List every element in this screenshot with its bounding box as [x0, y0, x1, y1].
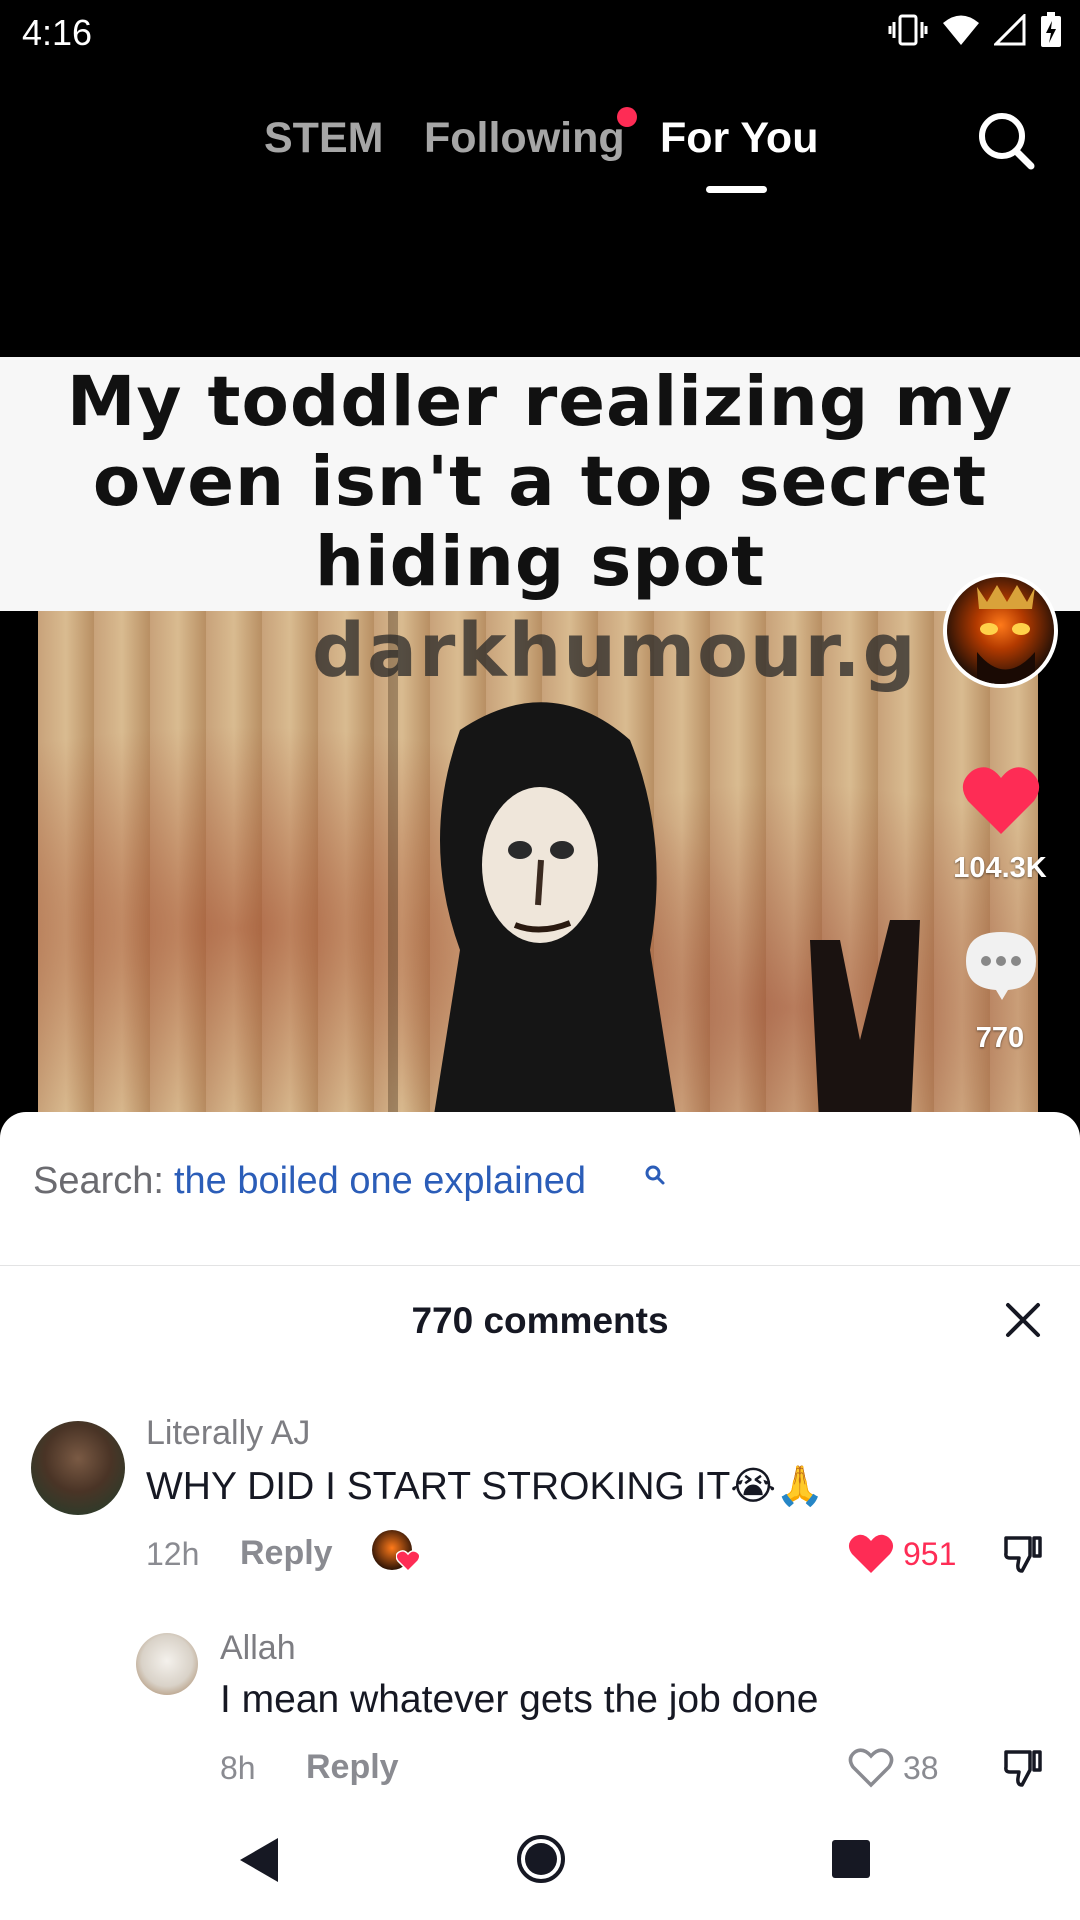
- battery-charging-icon: [1041, 12, 1061, 47]
- video-watermark: darkhumour.g: [312, 608, 918, 694]
- comments-title: 770 comments: [411, 1300, 669, 1341]
- search-small-icon: [645, 1165, 665, 1185]
- active-tab-indicator: [706, 186, 767, 193]
- system-nav-bar: [0, 1806, 1080, 1920]
- reply-button[interactable]: Reply: [306, 1748, 399, 1787]
- like-count: 104.3K: [953, 852, 1047, 884]
- tab-following[interactable]: Following: [424, 114, 625, 163]
- creator-liked-badge: [372, 1530, 422, 1574]
- avatar[interactable]: [136, 1633, 198, 1695]
- tab-for-you[interactable]: For You: [660, 114, 818, 163]
- comment-count: 770: [975, 1022, 1025, 1054]
- suggested-search[interactable]: Search: the boiled one explained: [33, 1160, 586, 1203]
- video-caption: My toddler realizing my oven isn't a top…: [0, 362, 1080, 602]
- signal-icon: [994, 14, 1026, 46]
- following-notification-dot: [617, 107, 637, 127]
- caption-line-2: oven isn't a top secret: [92, 442, 988, 522]
- vibrate-icon: [888, 14, 928, 46]
- video-figure: [430, 702, 680, 1140]
- reply-button[interactable]: Reply: [240, 1534, 333, 1573]
- comment-username[interactable]: Allah: [220, 1629, 296, 1668]
- wifi-icon: [943, 15, 979, 45]
- heart-badge-icon: [396, 1550, 420, 1572]
- comment-text: WHY DID I START STROKING IT😭🙏: [146, 1465, 825, 1508]
- status-bar: 4:16: [0, 0, 1080, 66]
- search-icon[interactable]: [976, 108, 1036, 172]
- like-heart-icon[interactable]: [962, 764, 1040, 836]
- search-term-link[interactable]: the boiled one explained: [174, 1160, 586, 1202]
- comment-time: 8h: [220, 1750, 256, 1786]
- comment-like-icon[interactable]: [848, 1533, 894, 1575]
- dislike-icon[interactable]: [1002, 1534, 1044, 1574]
- avatar[interactable]: [31, 1421, 125, 1515]
- creator-avatar[interactable]: [943, 573, 1058, 688]
- caption-line-3: hiding spot: [314, 522, 766, 602]
- divider: [0, 1265, 1080, 1266]
- comment-like-outline-icon[interactable]: [848, 1747, 894, 1789]
- comment-bubble-icon[interactable]: [962, 928, 1040, 1002]
- video-hand: [810, 920, 920, 1140]
- status-time: 4:16: [22, 12, 93, 53]
- search-label: Search:: [33, 1160, 164, 1202]
- comment-like-count: 38: [903, 1750, 939, 1786]
- comment-username[interactable]: Literally AJ: [146, 1414, 310, 1453]
- comment-like-count: 951: [903, 1536, 957, 1572]
- comment-text: I mean whatever gets the job done: [220, 1678, 819, 1721]
- tab-stem[interactable]: STEM: [264, 114, 383, 163]
- caption-line-1: My toddler realizing my: [66, 362, 1014, 442]
- home-icon[interactable]: [516, 1834, 566, 1884]
- status-icons: [888, 12, 1062, 48]
- close-icon[interactable]: [1000, 1297, 1046, 1343]
- recents-icon[interactable]: [830, 1838, 872, 1880]
- comments-sheet: [0, 1112, 1080, 1920]
- back-icon[interactable]: [238, 1836, 282, 1884]
- comment-time: 12h: [146, 1536, 200, 1572]
- dislike-icon[interactable]: [1002, 1748, 1044, 1788]
